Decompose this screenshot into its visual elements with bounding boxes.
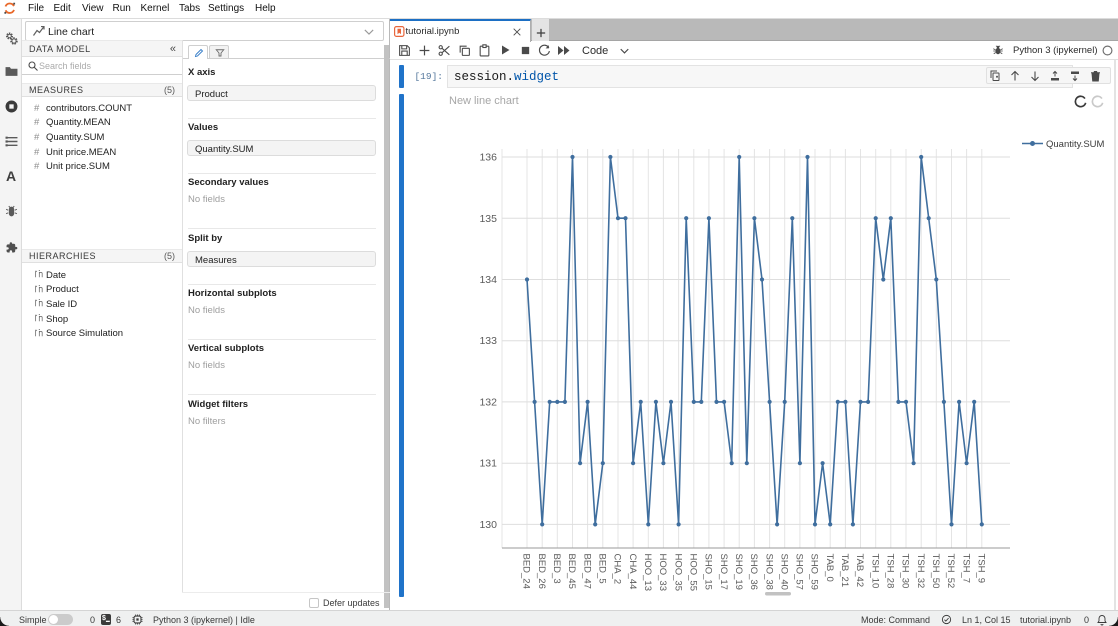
- svg-text:SHO_36: SHO_36: [748, 554, 759, 590]
- svg-text:TSH_32: TSH_32: [915, 554, 926, 589]
- svg-text:134: 134: [479, 274, 497, 286]
- svg-text:BED_3: BED_3: [551, 554, 562, 584]
- svg-text:136: 136: [479, 152, 497, 164]
- svg-text:Quantity.SUM: Quantity.SUM: [1046, 139, 1105, 150]
- svg-text:SHO_19: SHO_19: [733, 554, 744, 590]
- svg-text:131: 131: [479, 458, 497, 470]
- svg-text:TSH_52: TSH_52: [945, 554, 956, 589]
- svg-text:BED_45: BED_45: [566, 554, 577, 589]
- svg-text:BED_5: BED_5: [597, 554, 608, 584]
- svg-text:TAB_42: TAB_42: [854, 554, 865, 588]
- svg-text:HOO_33: HOO_33: [657, 554, 668, 592]
- svg-text:SHO_15: SHO_15: [703, 554, 714, 590]
- svg-text:CHA_44: CHA_44: [627, 554, 638, 590]
- svg-text:132: 132: [479, 396, 497, 408]
- svg-text:SHO_57: SHO_57: [794, 554, 805, 590]
- svg-text:TSH_9: TSH_9: [976, 554, 987, 584]
- svg-text:TSH_50: TSH_50: [930, 554, 941, 589]
- svg-text:HOO_55: HOO_55: [688, 554, 699, 592]
- svg-text:CHA_2: CHA_2: [612, 554, 623, 585]
- svg-text:SHO_17: SHO_17: [718, 554, 729, 590]
- svg-text:TAB_21: TAB_21: [839, 554, 850, 588]
- svg-text:SHO_40: SHO_40: [778, 554, 789, 590]
- svg-text:TAB_0: TAB_0: [824, 554, 835, 582]
- svg-text:130: 130: [479, 519, 497, 531]
- svg-text:TSH_28: TSH_28: [885, 554, 896, 589]
- svg-text:BED_47: BED_47: [581, 554, 592, 589]
- svg-text:HOO_13: HOO_13: [642, 554, 653, 592]
- svg-text:TSH_10: TSH_10: [869, 554, 880, 589]
- svg-text:BED_24: BED_24: [521, 554, 532, 589]
- svg-text:133: 133: [479, 335, 497, 347]
- svg-text:135: 135: [479, 213, 497, 225]
- svg-text:SHO_38: SHO_38: [763, 554, 774, 590]
- svg-text:HOO_35: HOO_35: [672, 554, 683, 592]
- svg-text:BED_26: BED_26: [536, 554, 547, 589]
- svg-text:TSH_7: TSH_7: [960, 554, 971, 584]
- svg-text:SHO_59: SHO_59: [809, 554, 820, 590]
- svg-text:TSH_30: TSH_30: [900, 554, 911, 589]
